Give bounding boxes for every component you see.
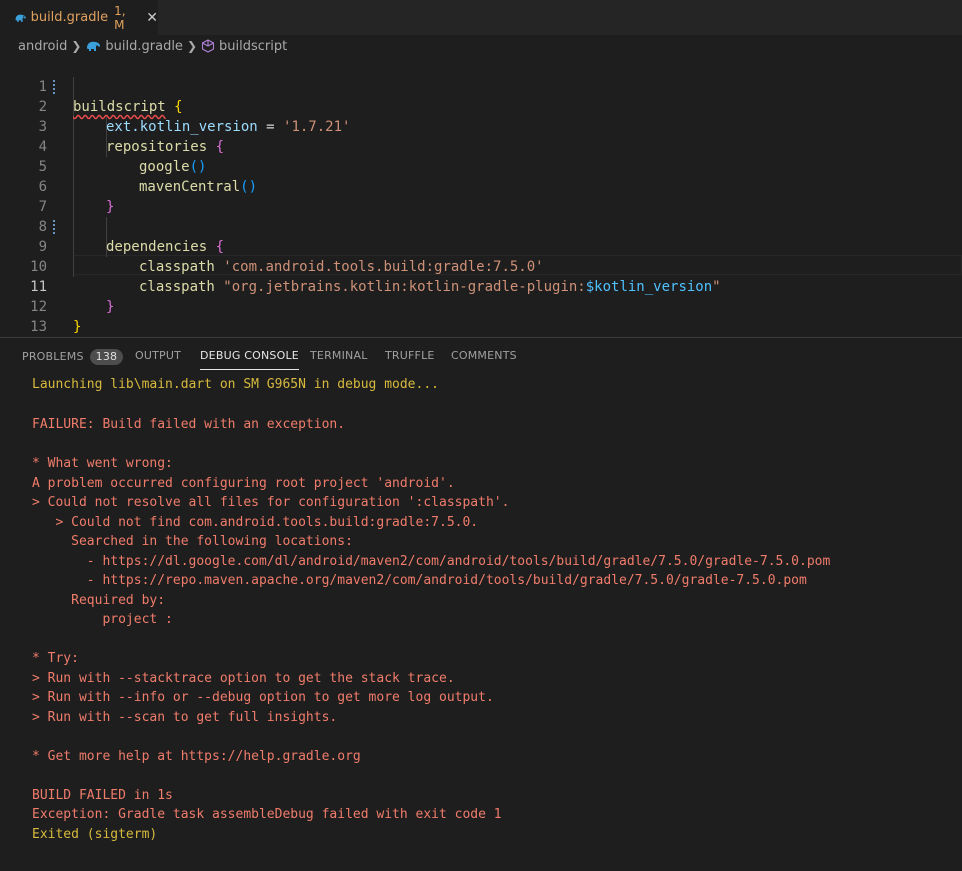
code-line: 7 [0, 177, 962, 215]
editor-tab-bar: build.gradle 1, M ✕ [0, 0, 962, 35]
console-line: * Try: [32, 651, 79, 666]
chevron-right-icon: ❯ [186, 39, 197, 53]
tab-comments[interactable]: COMMENTS [451, 349, 517, 369]
breadcrumb-file-label: build.gradle [105, 38, 183, 54]
code-line: 14 allprojects { [0, 317, 962, 337]
tab-problems-label: PROBLEMS [22, 350, 84, 363]
code-line: 3 repositories { [0, 97, 962, 155]
panel-tab-bar: PROBLEMS 138 OUTPUT DEBUG CONSOLE TERMINA… [0, 338, 962, 374]
console-line: > Run with --scan to get full insights. [32, 709, 338, 725]
code-line: 5 mavenCentral() [0, 137, 962, 195]
console-line: FAILURE: Build failed with an exception. [32, 416, 346, 432]
problems-count-badge: 138 [89, 349, 124, 365]
console-line: Launching lib\main.dart on SM G965N in d… [32, 377, 439, 392]
code-line: 9 classpath 'com.android.tools.build:gra… [0, 217, 962, 275]
breadcrumb-android[interactable]: android [18, 39, 67, 54]
breadcrumb: android ❯ build.gradle ❯ buildscript [0, 35, 962, 57]
tab-problems[interactable]: PROBLEMS 138 [22, 349, 124, 369]
console-line: * What went wrong: [32, 456, 173, 471]
tab-build-gradle[interactable]: build.gradle 1, M ✕ [0, 0, 158, 35]
breadcrumb-build-gradle[interactable]: build.gradle [85, 39, 183, 54]
bottom-panel: PROBLEMS 138 OUTPUT DEBUG CONSOLE TERMINA… [0, 337, 962, 871]
gradle-elephant-icon [87, 41, 101, 51]
console-line: Required by: [32, 592, 166, 608]
chevron-right-icon: ❯ [71, 39, 82, 53]
tab-status: 1, M [114, 3, 126, 32]
tab-truffle[interactable]: TRUFFLE [385, 349, 435, 369]
code-line: 2 ext.kotlin_version = '1.7.21' [0, 77, 962, 135]
tab-output[interactable]: OUTPUT [135, 349, 181, 369]
code-line: 10 classpath "org.jetbrains.kotlin:kotli… [0, 237, 962, 295]
code-line: 8 dependencies { [0, 197, 962, 255]
code-line: 12 } [0, 277, 962, 335]
close-icon[interactable]: ✕ [146, 10, 158, 26]
console-line: * Get more help at https://help.gradle.o… [32, 748, 361, 764]
console-line: - https://dl.google.com/dl/android/maven… [32, 553, 831, 569]
tab-terminal[interactable]: TERMINAL [310, 349, 368, 369]
console-line: Searched in the following locations: [32, 534, 353, 549]
code-line: 1 buildscript { [0, 57, 962, 115]
console-line: Exception: Gradle task assembleDebug fai… [32, 807, 502, 822]
console-line: BUILD FAILED in 1s [32, 787, 173, 803]
console-line: project : [32, 612, 173, 627]
console-line: > Could not resolve all files for config… [32, 495, 510, 510]
console-line: Exited (sigterm) [32, 826, 158, 842]
code-line: 6 } [0, 157, 962, 215]
code-line: 4 google() [0, 117, 962, 175]
console-line: - https://repo.maven.apache.org/maven2/c… [32, 573, 807, 588]
code-line: 11 } [0, 257, 962, 315]
tab-filename: build.gradle [30, 10, 109, 25]
gradle-elephant-icon [15, 14, 26, 22]
console-line: > Run with --stacktrace option to get th… [32, 670, 455, 686]
console-line: A problem occurred configuring root proj… [32, 475, 455, 491]
cube-icon [201, 39, 215, 53]
console-line: > Run with --info or --debug option to g… [32, 690, 494, 705]
code-line: 13 [0, 297, 962, 335]
breadcrumb-buildscript[interactable]: buildscript [201, 39, 287, 54]
tab-debug-console[interactable]: DEBUG CONSOLE [200, 349, 299, 370]
console-line: > Could not find com.android.tools.build… [32, 514, 479, 530]
code-editor[interactable]: 1 buildscript { 2 ext.kotlin_version = '… [0, 57, 962, 337]
breadcrumb-symbol-label: buildscript [219, 38, 288, 54]
